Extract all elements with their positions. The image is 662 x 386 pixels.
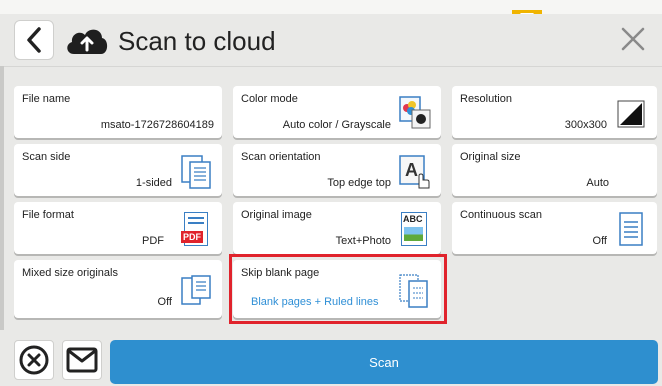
original-size-tile[interactable]: Original size Auto	[452, 144, 657, 196]
cloud-upload-icon	[67, 29, 108, 54]
scan-side-tile[interactable]: Scan side 1-sided	[14, 144, 222, 196]
back-button[interactable]	[14, 20, 54, 60]
back-arrow-icon	[27, 27, 41, 53]
top-band	[0, 0, 662, 14]
file-format-value: PDF	[142, 235, 164, 247]
color-mode-icon	[399, 96, 431, 129]
color-mode-label: Color mode	[241, 93, 298, 105]
pdf-badge: PDF	[181, 231, 203, 243]
scan-button[interactable]: Scan	[110, 340, 658, 384]
abc-icon: ABC	[401, 212, 427, 246]
mixed-size-value: Off	[157, 296, 172, 308]
original-size-value: Auto	[586, 177, 609, 189]
selection-highlight	[229, 254, 447, 324]
close-icon	[621, 27, 645, 51]
mixed-size-icon	[181, 275, 211, 305]
mixed-size-tile[interactable]: Mixed size originals Off	[14, 260, 222, 318]
cancel-button[interactable]	[14, 340, 54, 380]
file-name-tile[interactable]: File name msato-1726728604189	[14, 86, 222, 138]
pages-icon	[181, 155, 211, 189]
scan-orientation-tile[interactable]: Scan orientation Top edge top A	[233, 144, 441, 196]
original-size-label: Original size	[460, 151, 521, 163]
header: Scan to cloud	[0, 14, 662, 67]
color-mode-value: Auto color / Grayscale	[282, 119, 391, 131]
color-mode-tile[interactable]: Color mode Auto color / Grayscale	[233, 86, 441, 138]
orientation-icon: A	[399, 155, 430, 189]
bottom-bar: Scan	[0, 330, 662, 386]
resolution-tile[interactable]: Resolution 300x300	[452, 86, 657, 138]
file-format-tile[interactable]: File format PDF PDF	[14, 202, 222, 254]
file-name-value: msato-1726728604189	[100, 119, 214, 131]
svg-text:A: A	[405, 160, 418, 180]
continuous-scan-icon	[619, 212, 643, 246]
pdf-icon: PDF	[181, 212, 208, 246]
abc-badge: ABC	[403, 214, 423, 224]
cancel-circle-icon	[19, 345, 49, 375]
mixed-size-label: Mixed size originals	[22, 267, 118, 279]
resolution-label: Resolution	[460, 93, 512, 105]
mail-icon	[66, 347, 98, 373]
original-image-label: Original image	[241, 209, 312, 221]
scan-side-label: Scan side	[22, 151, 71, 163]
scan-orientation-value: Top edge top	[327, 177, 391, 189]
mail-button[interactable]	[62, 340, 102, 380]
original-image-tile[interactable]: Original image Text+Photo ABC	[233, 202, 441, 254]
continuous-scan-value: Off	[592, 235, 607, 247]
page-title: Scan to cloud	[118, 26, 276, 56]
original-image-value: Text+Photo	[335, 235, 391, 247]
resolution-icon	[617, 100, 645, 128]
continuous-scan-label: Continuous scan	[460, 209, 542, 221]
file-name-label: File name	[22, 93, 71, 105]
close-button[interactable]	[612, 18, 654, 60]
resolution-value: 300x300	[564, 119, 607, 131]
scan-side-value: 1-sided	[135, 177, 172, 189]
scan-orientation-label: Scan orientation	[241, 151, 321, 163]
file-format-label: File format	[22, 209, 74, 221]
continuous-scan-tile[interactable]: Continuous scan Off	[452, 202, 657, 254]
